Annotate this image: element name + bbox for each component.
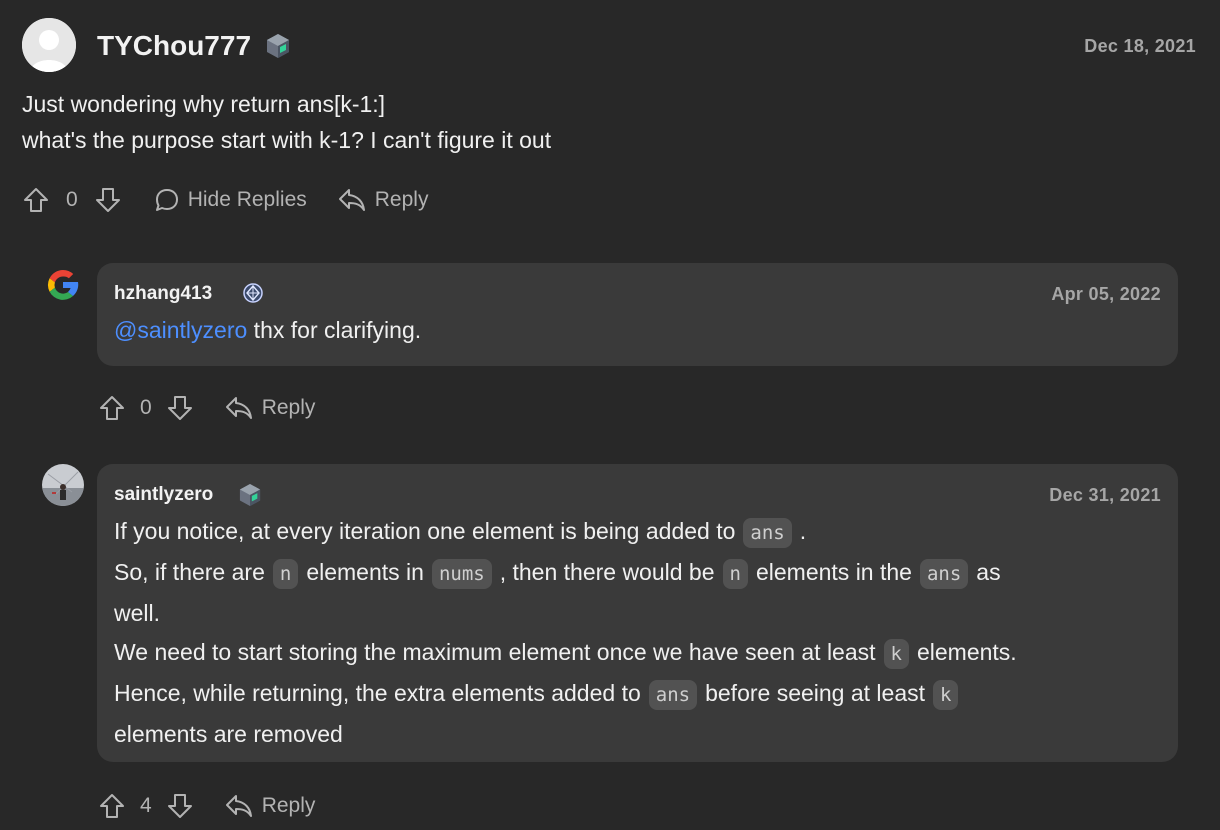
user-badge-icon — [266, 33, 290, 64]
upvote-button[interactable] — [22, 186, 50, 214]
arrow-up-icon — [24, 188, 48, 212]
body-line: Hence, while returning, the extra elemen… — [114, 674, 1164, 715]
avatar-photo[interactable] — [42, 464, 84, 506]
hide-replies-button[interactable]: Hide Replies — [154, 187, 307, 213]
arrow-up-icon — [100, 794, 124, 818]
body-line: elements are removed — [114, 721, 343, 747]
text-run: So, if there are — [114, 559, 265, 585]
reply-arrow-icon — [338, 189, 365, 211]
text-run: as — [976, 559, 1001, 585]
comment-line: Just wondering why return ans[k-1:] — [22, 91, 386, 117]
text-run: Hence, while returning, the extra elemen… — [114, 680, 641, 706]
reply-author[interactable]: hzhang413 — [114, 283, 212, 305]
avatar-google-icon[interactable] — [42, 264, 84, 306]
inline-code: ans — [743, 518, 792, 548]
text-run: , then there would be — [499, 559, 715, 585]
reply-actions: 4 Reply — [98, 792, 315, 820]
comment-body: Just wondering why return ans[k-1:] what… — [22, 86, 551, 158]
reply-label: Reply — [261, 794, 316, 817]
reply-card: hzhang413 Apr 05, 2022 @saintlyzero thx … — [97, 263, 1178, 366]
hide-replies-label: Hide Replies — [187, 188, 307, 211]
text-run: elements in — [306, 559, 424, 585]
inline-code: ans — [648, 680, 698, 710]
upvote-button[interactable] — [98, 792, 126, 820]
text-run: before seeing at least — [705, 680, 926, 706]
reply-card: saintlyzero Dec 31, 2021 If you notice, … — [97, 464, 1178, 762]
reply-text: thx for clarifying. — [247, 317, 422, 343]
reply-date: Dec 31, 2021 — [1049, 485, 1161, 505]
reply-button[interactable]: Reply — [224, 793, 316, 819]
user-badge-icon — [239, 483, 261, 512]
avatar-default[interactable] — [22, 18, 76, 72]
arrow-down-icon — [95, 188, 120, 212]
user-mention-link[interactable]: @saintlyzero — [114, 317, 247, 343]
arrow-up-icon — [100, 396, 124, 420]
comment-bubble-icon — [155, 189, 178, 211]
text-run: . — [799, 518, 807, 544]
inline-code: k — [933, 680, 959, 710]
inline-code: n — [272, 559, 299, 589]
text-run: elements. — [916, 639, 1017, 665]
reply-author[interactable]: saintlyzero — [114, 484, 213, 506]
downvote-button[interactable] — [166, 792, 194, 820]
knight-badge-icon — [242, 282, 264, 309]
inline-code: n — [722, 559, 748, 589]
text-run: If you notice, at every iteration one el… — [114, 518, 736, 544]
comment-date: Dec 18, 2021 — [1084, 36, 1196, 56]
reply-arrow-icon — [225, 397, 252, 419]
reply-body: @saintlyzero thx for clarifying. — [114, 311, 421, 350]
reply-label: Reply — [374, 188, 429, 211]
body-line: So, if there are n elements in nums , then t… — [114, 553, 1164, 594]
text-run: elements in the — [755, 559, 912, 585]
vote-count: 4 — [140, 794, 152, 817]
downvote-button[interactable] — [94, 186, 122, 214]
reply-date: Apr 05, 2022 — [1051, 284, 1161, 304]
upvote-button[interactable] — [98, 394, 126, 422]
body-line: We need to start storing the maximum ele… — [114, 633, 1164, 674]
arrow-down-icon — [167, 396, 192, 420]
comment-actions: 0 Hide Replies Reply — [22, 186, 428, 214]
downvote-button[interactable] — [166, 394, 194, 422]
text-run: We need to start storing the maximum ele… — [114, 639, 876, 665]
comment-author[interactable]: TYChou777 — [97, 30, 251, 62]
inline-code: ans — [919, 559, 969, 589]
arrow-down-icon — [167, 794, 192, 818]
reply-label: Reply — [261, 396, 316, 419]
reply-arrow-icon — [225, 795, 252, 817]
body-line: If you notice, at every iteration one el… — [114, 512, 1164, 553]
body-line: well. — [114, 600, 161, 626]
inline-code: nums — [431, 559, 492, 589]
comment-line: what's the purpose start with k-1? I can… — [22, 127, 552, 153]
vote-count: 0 — [66, 188, 78, 211]
reply-body: If you notice, at every iteration one el… — [114, 512, 1164, 754]
reply-actions: 0 Reply — [98, 394, 315, 422]
inline-code: k — [883, 639, 909, 669]
vote-count: 0 — [140, 396, 152, 419]
reply-button[interactable]: Reply — [337, 187, 429, 213]
reply-button[interactable]: Reply — [224, 395, 316, 421]
